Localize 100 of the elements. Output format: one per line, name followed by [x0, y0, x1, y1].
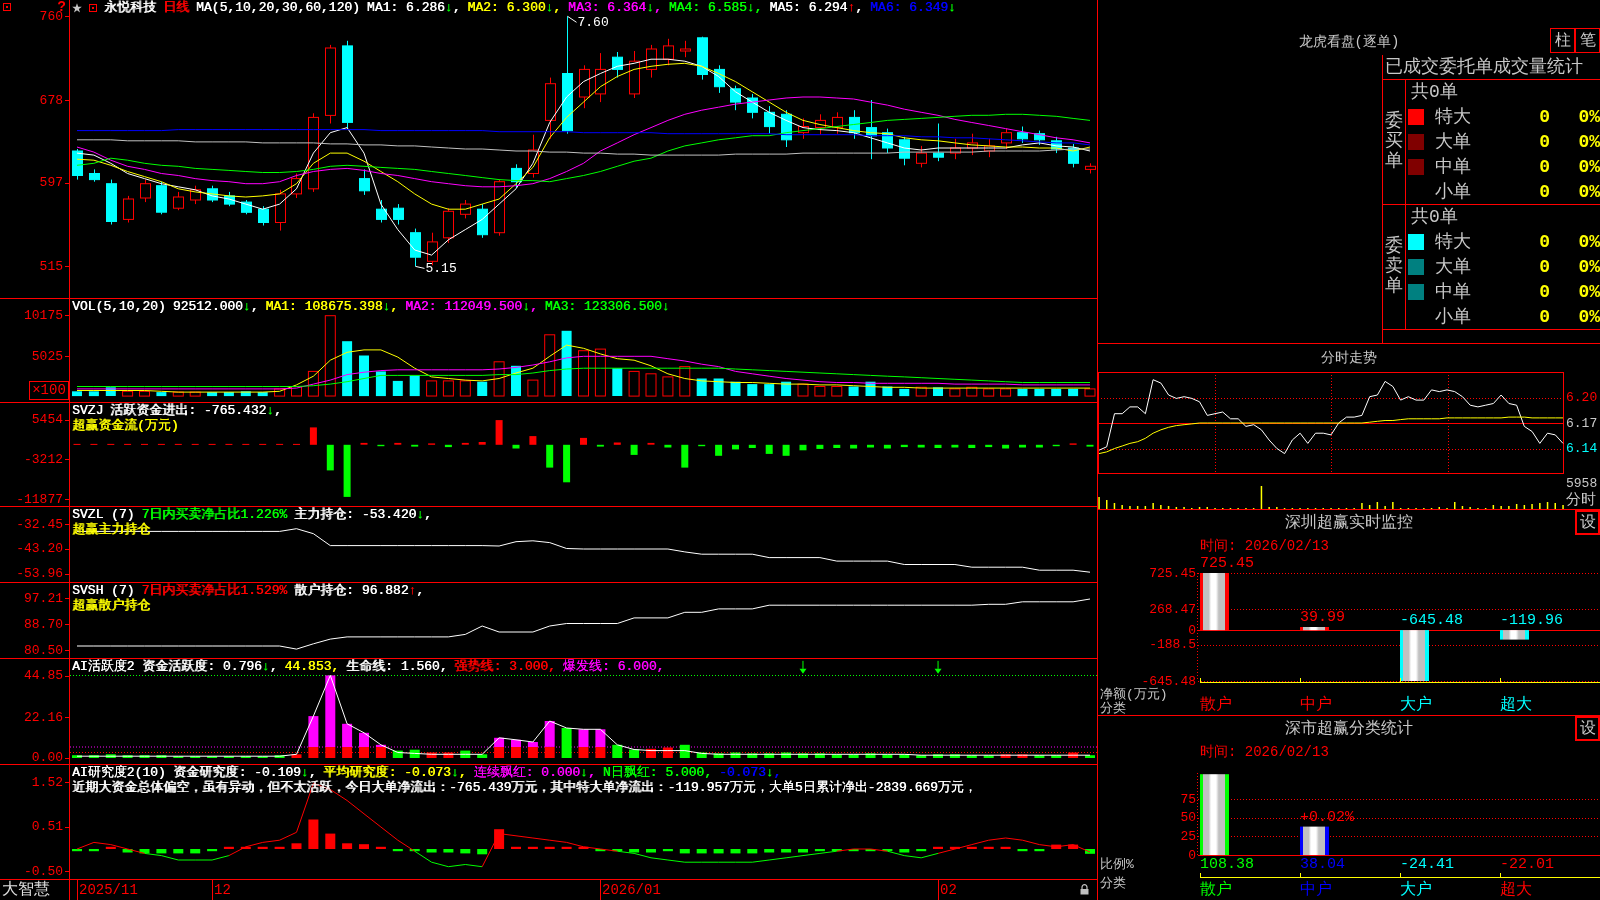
volume-bar: [459, 380, 471, 397]
activity-bar: [1034, 755, 1045, 758]
flow-bar: [1086, 444, 1094, 447]
row-label: 大单: [1435, 132, 1472, 152]
mode-toggle[interactable]: 柱: [1550, 28, 1575, 53]
row-label: 大单: [1435, 257, 1472, 277]
candle: [798, 117, 809, 140]
candle: [190, 185, 201, 205]
value-label: 108.38: [1200, 857, 1254, 873]
axis-label: 22.16: [24, 710, 63, 724]
research-bar: [899, 849, 910, 853]
activity-bar: [291, 754, 302, 758]
flow-bar: [732, 444, 739, 450]
mode-toggle[interactable]: 笔: [1575, 28, 1600, 53]
research-bar: [291, 843, 302, 849]
research-bar: [72, 849, 82, 852]
row-label: 中单: [1435, 156, 1472, 177]
flow-bar: [326, 444, 334, 471]
volume-bar: [291, 386, 302, 397]
flow-bar: [495, 420, 503, 445]
price-annotation: 7.60: [567, 15, 609, 31]
indicator-text: 连续飘红: 0.000↓,: [473, 765, 596, 780]
flow-bar: [377, 444, 385, 447]
volume-bar: [882, 386, 893, 396]
volume-bar: [359, 355, 369, 397]
indicator-text: 散户持仓: 96.882↑,: [294, 583, 425, 598]
flow-bar: [664, 444, 672, 448]
activity-bar: [713, 753, 724, 758]
order-count: 0: [1538, 281, 1550, 302]
candle: [511, 163, 522, 189]
axis-label: -43.20: [16, 542, 63, 556]
candle: [1051, 136, 1062, 154]
research-bar: [983, 846, 994, 849]
research-bar: [646, 849, 656, 853]
activity-bar: [409, 749, 420, 758]
volume-bar: [781, 381, 792, 396]
volume-bar: [105, 387, 116, 396]
candle: [460, 199, 471, 219]
axis-label: 10175: [24, 308, 63, 322]
indicator-text: SVSH (7): [72, 583, 135, 598]
date-label: 12: [214, 881, 231, 900]
axis-label: 1.52: [31, 775, 63, 789]
volume-bar: [189, 391, 201, 397]
star-icon: [72, 2, 82, 13]
activity-bar: [764, 753, 775, 758]
order-count: 0: [1538, 156, 1550, 177]
volume-bar: [966, 386, 978, 397]
settings-button[interactable]: 设: [1575, 716, 1600, 741]
axis-label: 0.51: [31, 820, 63, 834]
indicator-text: 强势线: 3.000,: [454, 659, 556, 674]
axis-label: 678: [39, 93, 63, 107]
research-bar: [392, 849, 403, 852]
category-label: 中户: [1300, 697, 1332, 714]
volume-bar: [561, 330, 572, 396]
volume-bar: [342, 341, 353, 397]
activity-bar: [865, 753, 876, 758]
activity-bar: [443, 752, 454, 758]
settings-button[interactable]: 设: [1575, 510, 1600, 535]
research-bar: [713, 849, 724, 854]
candle: [781, 109, 792, 148]
candle: [730, 85, 741, 111]
candle: [494, 179, 505, 237]
category-label: 大户: [1400, 882, 1432, 899]
volume-bar: [594, 348, 606, 397]
indicator-text: MA2: 6.300↓,: [467, 0, 562, 15]
flow-bar: [478, 442, 486, 445]
volume-bar: [527, 379, 539, 397]
activity-bar: [629, 749, 640, 758]
flow-bar: [461, 442, 469, 445]
research-bar: [460, 849, 471, 854]
axis-label: 6.14: [1566, 442, 1598, 455]
group-total: 共0单: [1411, 82, 1458, 103]
row-label: 中单: [1435, 281, 1472, 302]
volume-bar: [511, 365, 521, 396]
row-label: 小单: [1435, 181, 1472, 202]
flow-bar: [1035, 444, 1043, 448]
activity-bar: [679, 744, 690, 758]
candle: [1068, 143, 1079, 168]
volume-bar: [477, 381, 488, 396]
candle: [1034, 130, 1045, 146]
research-bar: [443, 849, 454, 853]
activity-bar: [730, 752, 741, 758]
volume-bar: [1034, 388, 1045, 397]
candle: [545, 77, 556, 140]
volume-bar: [274, 388, 286, 397]
candle: [156, 181, 167, 215]
flow-bar: [613, 442, 621, 445]
flow-bar: [782, 444, 790, 456]
indicator-text: MA6: 6.349↓: [870, 0, 956, 15]
research-bar: [933, 846, 943, 849]
candle: [443, 207, 454, 244]
volume-bar: [223, 392, 234, 397]
indicator-text: 活跃资金进出: -765.432↓,: [110, 403, 282, 418]
flow-bar: [951, 444, 959, 448]
volume-bar: [426, 380, 438, 397]
volume-bar: [899, 388, 910, 397]
axis-label: 80.50: [24, 643, 63, 657]
candle: [579, 64, 590, 109]
research-bar: [494, 829, 505, 849]
flow-bar: [563, 444, 571, 483]
